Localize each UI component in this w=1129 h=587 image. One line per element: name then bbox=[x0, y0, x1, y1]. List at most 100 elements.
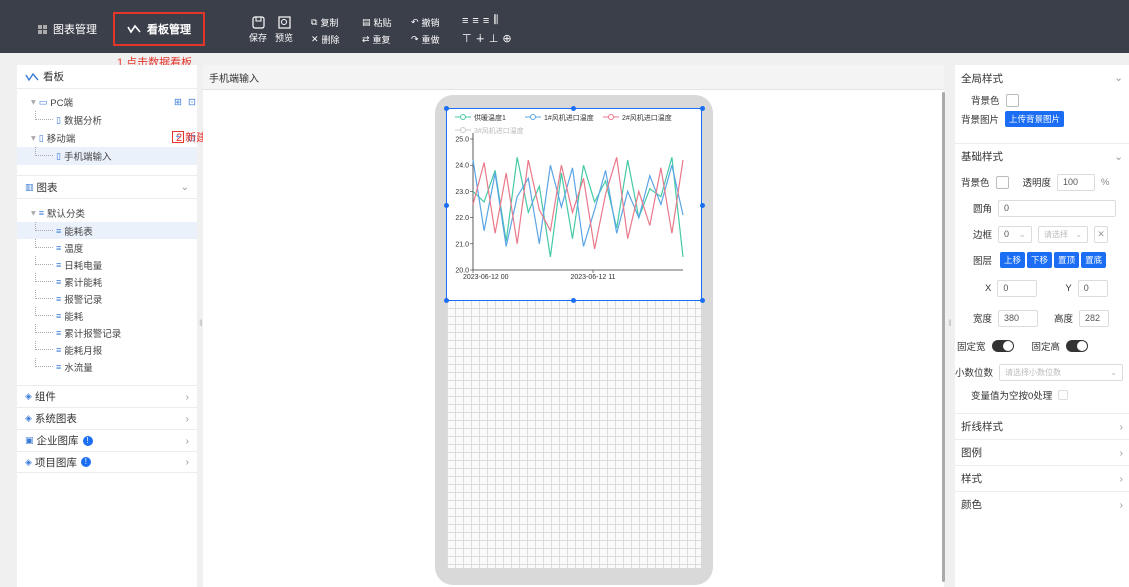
section-style[interactable]: 样式 › bbox=[955, 465, 1129, 491]
chevron-right-icon: › bbox=[185, 456, 190, 468]
accordion-project-library[interactable]: ◈ 项目图库 ! › bbox=[17, 451, 197, 473]
tree-node-pc[interactable]: ▾ ▭ PC端 ⊞ ⊡ bbox=[31, 93, 197, 111]
resize-handle-tr[interactable] bbox=[700, 106, 705, 111]
distribute-v-icon[interactable]: ⊕ bbox=[502, 32, 511, 45]
undo-button[interactable]: ↶ 撤销 bbox=[411, 16, 440, 29]
chart-item[interactable]: ≡ 温度 bbox=[31, 238, 197, 256]
chart-item[interactable]: ≡ 水流量 bbox=[31, 357, 197, 375]
section-legend[interactable]: 图例 › bbox=[955, 439, 1129, 465]
tree-node-mobile-input[interactable]: ▯ 手机端输入 bbox=[17, 147, 197, 165]
align-left-icon[interactable]: ≡ bbox=[462, 15, 468, 27]
add-folder-icon[interactable]: ⊡ bbox=[188, 97, 196, 108]
chart-item[interactable]: ≡ 能耗月报 bbox=[31, 340, 197, 358]
tab-chart-management[interactable]: 图表管理 bbox=[38, 12, 97, 46]
accordion-system-charts[interactable]: ◈ 系统图表 › bbox=[17, 407, 197, 429]
height-input[interactable]: 282 bbox=[1079, 309, 1110, 327]
layer-up-button[interactable]: 上移 bbox=[1000, 252, 1026, 268]
tab-board-management[interactable]: 看板管理 bbox=[113, 12, 205, 46]
chevron-right-icon: › bbox=[185, 434, 190, 447]
monitor-icon: ▭ bbox=[38, 96, 48, 107]
bar-chart-icon: ▥ bbox=[25, 181, 34, 192]
border-clear-button[interactable]: ✕ bbox=[1094, 225, 1109, 243]
save-button[interactable]: 保存 bbox=[249, 16, 267, 44]
section-line-style[interactable]: 折线样式 › bbox=[955, 413, 1129, 439]
chart-item[interactable]: ≡ 累计能耗 bbox=[31, 272, 197, 290]
radius-input[interactable]: 0 bbox=[998, 199, 1117, 217]
splitter-handle-right[interactable]: ‖ bbox=[948, 318, 952, 328]
caret-down-icon: ▾ bbox=[31, 207, 36, 219]
preview-button[interactable]: 预览 bbox=[275, 16, 293, 44]
tree-node-data-analysis-label: 数据分析 bbox=[63, 116, 102, 127]
redo-button[interactable]: ↷ 重做 bbox=[411, 33, 440, 46]
tree-node-data-analysis[interactable]: ▯ 数据分析 bbox=[31, 111, 197, 129]
section-basic-style[interactable]: 基础样式 ⌄ bbox=[955, 143, 1129, 169]
global-bg-image-row: 背景图片 上传背景图片 bbox=[955, 109, 1129, 129]
null-as-zero-checkbox[interactable] bbox=[1058, 390, 1069, 400]
resize-handle-br[interactable] bbox=[700, 298, 705, 303]
charts-header[interactable]: ▥ 图表 ⌄ bbox=[17, 175, 197, 199]
resize-handle-t[interactable] bbox=[571, 106, 576, 111]
resize-handle-bl[interactable] bbox=[444, 298, 449, 303]
align-bottom-icon[interactable]: ⊥ bbox=[489, 32, 499, 45]
chart-item[interactable]: ≡ 能耗 bbox=[31, 306, 197, 324]
repeat-button[interactable]: ⇄ 重复 bbox=[362, 33, 391, 46]
layer-down-button[interactable]: 下移 bbox=[1027, 252, 1053, 268]
repeat-label: 重复 bbox=[372, 35, 391, 45]
align-middle-icon[interactable]: ∔ bbox=[476, 32, 485, 45]
section-global-style[interactable]: 全局样式 ⌄ bbox=[955, 65, 1129, 91]
canvas-scrollbar[interactable] bbox=[942, 92, 945, 582]
fixed-width-toggle[interactable] bbox=[991, 340, 1014, 352]
decimals-placeholder: 请选择小数位数 bbox=[1005, 367, 1062, 377]
align-center-icon[interactable]: ≡ bbox=[472, 15, 478, 27]
image-icon: ▣ bbox=[25, 435, 34, 445]
global-bg-color-picker[interactable] bbox=[1005, 93, 1019, 107]
null-zero-row: 变量值为空按0处理 bbox=[955, 385, 1129, 405]
resize-handle-tl[interactable] bbox=[444, 106, 449, 111]
page-icon: ▯ bbox=[56, 114, 61, 125]
resize-handle-l[interactable] bbox=[444, 203, 449, 208]
accordion-components[interactable]: ◈ 组件 › bbox=[17, 385, 197, 407]
undo-icon: ↶ bbox=[411, 17, 419, 27]
opacity-input[interactable]: 100 bbox=[1057, 173, 1096, 191]
chart-item[interactable]: ≡ 日耗电量 bbox=[31, 255, 197, 273]
add-board-icon[interactable]: ⊞ bbox=[174, 97, 182, 108]
chart-item-label: 累计能耗 bbox=[64, 277, 103, 289]
align-top-icon[interactable]: ⊤ bbox=[462, 32, 472, 45]
tab-board-management-label: 看板管理 bbox=[147, 24, 191, 36]
y-tick-label: 24.0 bbox=[455, 163, 469, 170]
border-style-select[interactable]: 请选择 ⌄ bbox=[1038, 225, 1089, 243]
layer-top-button[interactable]: 置顶 bbox=[1054, 252, 1080, 268]
y-input[interactable]: 0 bbox=[1077, 279, 1108, 297]
section-color[interactable]: 颜色 › bbox=[955, 491, 1129, 517]
layer-bottom-button[interactable]: 置底 bbox=[1081, 252, 1107, 268]
upload-bg-image-button[interactable]: 上传背景图片 bbox=[1005, 111, 1065, 127]
delete-button[interactable]: ✕ 删除 bbox=[311, 33, 340, 46]
chevron-right-icon: › bbox=[1119, 498, 1124, 511]
paste-button[interactable]: ▤ 粘贴 bbox=[362, 16, 392, 29]
x-tick-label: 2023-06-12 11 bbox=[570, 274, 615, 281]
line-chart-widget[interactable]: 供暖温度1 1#风机进口温度 2#风机进口温度 3#风机进口温度 20.0 21.0 22.… bbox=[446, 108, 702, 301]
accordion-enterprise-library[interactable]: ▣ 企业图库 ! › bbox=[17, 429, 197, 451]
resize-handle-r[interactable] bbox=[700, 203, 705, 208]
align-right-icon[interactable]: ≡ bbox=[483, 15, 489, 27]
chart-item[interactable]: ≡ 能耗表 bbox=[17, 221, 197, 239]
bg-color-picker[interactable] bbox=[995, 175, 1009, 189]
tree-node-mobile[interactable]: ▾ ▯ 移动端 + ⊡ bbox=[31, 129, 197, 147]
resize-handle-b[interactable] bbox=[571, 298, 576, 303]
y-tick-label: 25.0 bbox=[455, 137, 469, 144]
decimals-select[interactable]: 请选择小数位数 ⌄ bbox=[999, 363, 1123, 381]
list-icon: ≡ bbox=[56, 259, 62, 270]
board-header[interactable]: 看板 bbox=[17, 65, 197, 89]
copy-button[interactable]: ⧉ 复制 bbox=[311, 16, 338, 29]
chart-item[interactable]: ≡ 报警记录 bbox=[31, 289, 197, 307]
border-width-select[interactable]: 0 ⌄ bbox=[998, 225, 1033, 243]
distribute-h-icon[interactable]: ⫼ bbox=[493, 14, 498, 27]
chart-item[interactable]: ≡ 累计报警记录 bbox=[31, 323, 197, 341]
canvas-grid[interactable] bbox=[447, 300, 701, 568]
fixed-height-toggle[interactable] bbox=[1066, 340, 1089, 352]
width-input[interactable]: 380 bbox=[998, 309, 1039, 327]
tree-node-default-category[interactable]: ▾ ≡ 默认分类 bbox=[31, 204, 197, 222]
list-icon: ≡ bbox=[56, 242, 62, 253]
list-icon: ≡ bbox=[38, 208, 45, 218]
x-input[interactable]: 0 bbox=[997, 279, 1038, 297]
